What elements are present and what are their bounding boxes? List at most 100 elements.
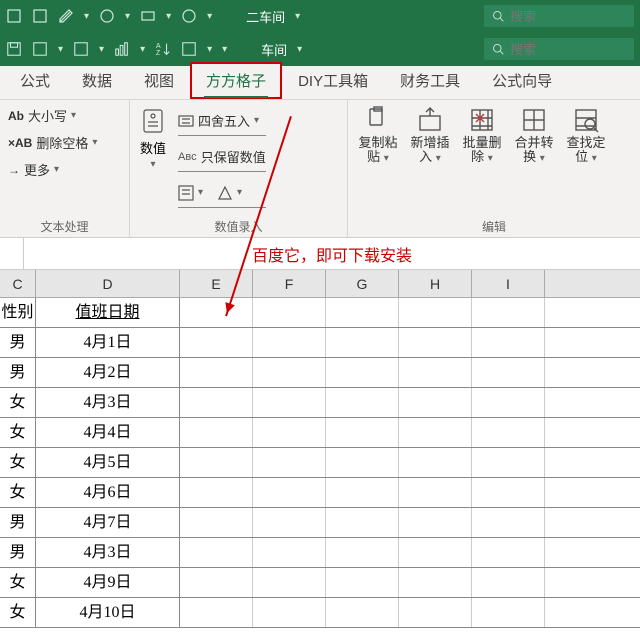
cell[interactable] xyxy=(253,598,326,627)
cell[interactable]: 女 xyxy=(0,478,36,507)
cell[interactable] xyxy=(326,358,399,387)
cell[interactable]: 值班日期 xyxy=(36,298,180,327)
num-extra-button[interactable]: ▾ ▾ xyxy=(178,178,266,208)
cell[interactable]: 4月6日 xyxy=(36,478,180,507)
text-tool-更多[interactable]: → 更多 ▾ xyxy=(8,160,121,179)
rect-icon[interactable] xyxy=(6,8,22,24)
cell[interactable]: 女 xyxy=(0,568,36,597)
cell[interactable]: 男 xyxy=(0,538,36,567)
cell[interactable] xyxy=(326,508,399,537)
tab-方方格子[interactable]: 方方格子 xyxy=(190,62,282,99)
cell[interactable] xyxy=(472,508,545,537)
cell[interactable] xyxy=(472,328,545,357)
tab-数据[interactable]: 数据 xyxy=(66,62,128,99)
cell[interactable] xyxy=(180,568,253,597)
cell[interactable] xyxy=(326,418,399,447)
cell[interactable]: 4月5日 xyxy=(36,448,180,477)
cell[interactable] xyxy=(399,388,472,417)
cell[interactable]: 男 xyxy=(0,358,36,387)
cell[interactable] xyxy=(399,508,472,537)
col-header-D[interactable]: D xyxy=(36,270,180,297)
cell[interactable] xyxy=(472,598,545,627)
cell[interactable]: 4月10日 xyxy=(36,598,180,627)
rect-icon[interactable] xyxy=(32,41,48,57)
col-header-H[interactable]: H xyxy=(399,270,472,297)
cell[interactable] xyxy=(326,448,399,477)
bar-chart-icon[interactable] xyxy=(114,41,130,57)
cell[interactable]: 4月1日 xyxy=(36,328,180,357)
cell[interactable] xyxy=(472,358,545,387)
col-header-F[interactable]: F xyxy=(253,270,326,297)
cell[interactable]: 性别 xyxy=(0,298,36,327)
cell[interactable]: 女 xyxy=(0,418,36,447)
cell[interactable] xyxy=(180,538,253,567)
col-header-C[interactable]: C xyxy=(0,270,36,297)
rect-icon[interactable] xyxy=(140,8,156,24)
cell[interactable] xyxy=(326,298,399,327)
cell[interactable] xyxy=(399,298,472,327)
tab-公式向导[interactable]: 公式向导 xyxy=(476,62,568,99)
cell[interactable] xyxy=(253,538,326,567)
cell[interactable]: 4月7日 xyxy=(36,508,180,537)
cell[interactable] xyxy=(253,298,326,327)
cell[interactable] xyxy=(472,418,545,447)
cell[interactable] xyxy=(472,448,545,477)
edit-icon[interactable] xyxy=(58,8,74,24)
cell[interactable] xyxy=(253,358,326,387)
edit-btn-新增插[interactable]: 新增插入 ▾ xyxy=(408,106,452,165)
cell[interactable] xyxy=(180,358,253,387)
keep-num-button[interactable]: Aʙᴄ 只保留数值 xyxy=(178,142,266,172)
search-box-2[interactable] xyxy=(484,38,634,60)
round-button[interactable]: 四舍五入 ▾ xyxy=(178,106,266,136)
cell[interactable]: 男 xyxy=(0,328,36,357)
edit-btn-查找定[interactable]: 查找定位 ▾ xyxy=(564,106,608,165)
cell[interactable] xyxy=(399,418,472,447)
cell[interactable] xyxy=(180,328,253,357)
edit-btn-合并转[interactable]: 合并转换 ▾ xyxy=(512,106,556,165)
cell[interactable] xyxy=(326,598,399,627)
rect-icon[interactable] xyxy=(73,41,89,57)
tab-财务工具[interactable]: 财务工具 xyxy=(384,62,476,99)
rect-icon[interactable] xyxy=(32,8,48,24)
circle-icon[interactable] xyxy=(99,8,115,24)
col-header-G[interactable]: G xyxy=(326,270,399,297)
cell[interactable]: 4月4日 xyxy=(36,418,180,447)
cell[interactable] xyxy=(180,478,253,507)
cell[interactable] xyxy=(253,568,326,597)
text-tool-大小写[interactable]: Ab 大小写 ▾ xyxy=(8,106,121,125)
tab-视图[interactable]: 视图 xyxy=(128,62,190,99)
name-box[interactable] xyxy=(0,238,24,269)
cell[interactable] xyxy=(472,388,545,417)
cell[interactable]: 女 xyxy=(0,388,36,417)
save-icon[interactable] xyxy=(6,41,22,57)
tab-DIY工具箱[interactable]: DIY工具箱 xyxy=(282,62,384,99)
cell[interactable]: 女 xyxy=(0,598,36,627)
edit-btn-复制粘[interactable]: 复制粘贴 ▾ xyxy=(356,106,400,165)
cell[interactable]: 男 xyxy=(0,508,36,537)
cell[interactable] xyxy=(399,568,472,597)
cell[interactable] xyxy=(399,328,472,357)
tab-公式[interactable]: 公式 xyxy=(4,62,66,99)
cell[interactable] xyxy=(472,478,545,507)
cell[interactable] xyxy=(180,508,253,537)
cell[interactable] xyxy=(326,568,399,597)
cell[interactable] xyxy=(253,418,326,447)
cell[interactable]: 4月3日 xyxy=(36,538,180,567)
cell[interactable] xyxy=(472,538,545,567)
spreadsheet-grid[interactable]: CDEFGHI 性别值班日期男4月1日男4月2日女4月3日女4月4日女4月5日女… xyxy=(0,270,640,628)
rect-icon[interactable] xyxy=(181,41,197,57)
cell[interactable] xyxy=(180,598,253,627)
num-main-button[interactable]: 数值 ▾ xyxy=(138,106,168,208)
cell[interactable] xyxy=(399,448,472,477)
circle-icon[interactable] xyxy=(181,8,197,24)
sort-icon[interactable]: AZ xyxy=(155,41,171,57)
cell[interactable] xyxy=(253,328,326,357)
search-box-1[interactable] xyxy=(484,5,634,27)
cell[interactable] xyxy=(326,328,399,357)
cell[interactable] xyxy=(399,358,472,387)
cell[interactable] xyxy=(180,418,253,447)
text-tool-删除空格[interactable]: ×AB 删除空格 ▾ xyxy=(8,133,121,152)
cell[interactable] xyxy=(472,298,545,327)
cell[interactable]: 4月3日 xyxy=(36,388,180,417)
search-input-2[interactable] xyxy=(510,42,626,57)
